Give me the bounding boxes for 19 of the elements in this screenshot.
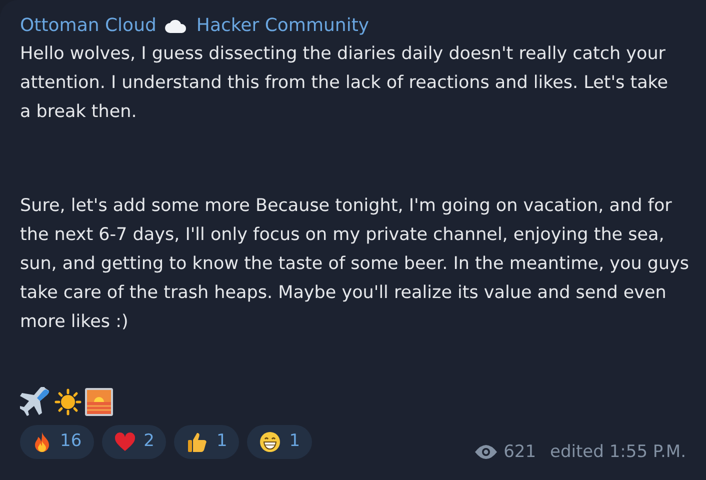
- message-text: Hello wolves, I guess dissecting the diaries daily doesn't really catch your attention. I understand this from the lack of reactions and likes. Let's take a break then.: [20, 43, 670, 124]
- airplane-icon: [20, 387, 52, 417]
- sun-icon: [54, 388, 82, 416]
- sunrise-icon: [84, 387, 114, 417]
- message-text: Sure, let's add some more Because tonight, I'm going on vacation, and for the next 6-7 days, I'll only focus on my private channel, enjoying the sea, sun, and getting to know the taste of some beer. In the meantime, you guys take care of the trash heaps. Maybe you'll realize its value and send even more likes :): [20, 195, 690, 334]
- reaction-button[interactable]: 2: [102, 425, 166, 459]
- view-count: 621: [504, 440, 536, 464]
- thumbs-up-icon: [186, 431, 208, 453]
- cloud-icon: [164, 18, 188, 34]
- grinning-face-icon: [259, 431, 282, 453]
- channel-name[interactable]: Hacker Community: [196, 12, 370, 40]
- heart-icon: [114, 432, 136, 452]
- reaction-button[interactable]: 1: [174, 425, 240, 459]
- eye-icon: [474, 444, 498, 460]
- channel-name[interactable]: Ottoman Cloud: [20, 12, 156, 40]
- fire-icon: [32, 431, 52, 453]
- reaction-button[interactable]: 16: [20, 425, 94, 459]
- reaction-button[interactable]: 1: [247, 425, 312, 459]
- edited-time: edited 1:55 P.M.: [550, 440, 686, 464]
